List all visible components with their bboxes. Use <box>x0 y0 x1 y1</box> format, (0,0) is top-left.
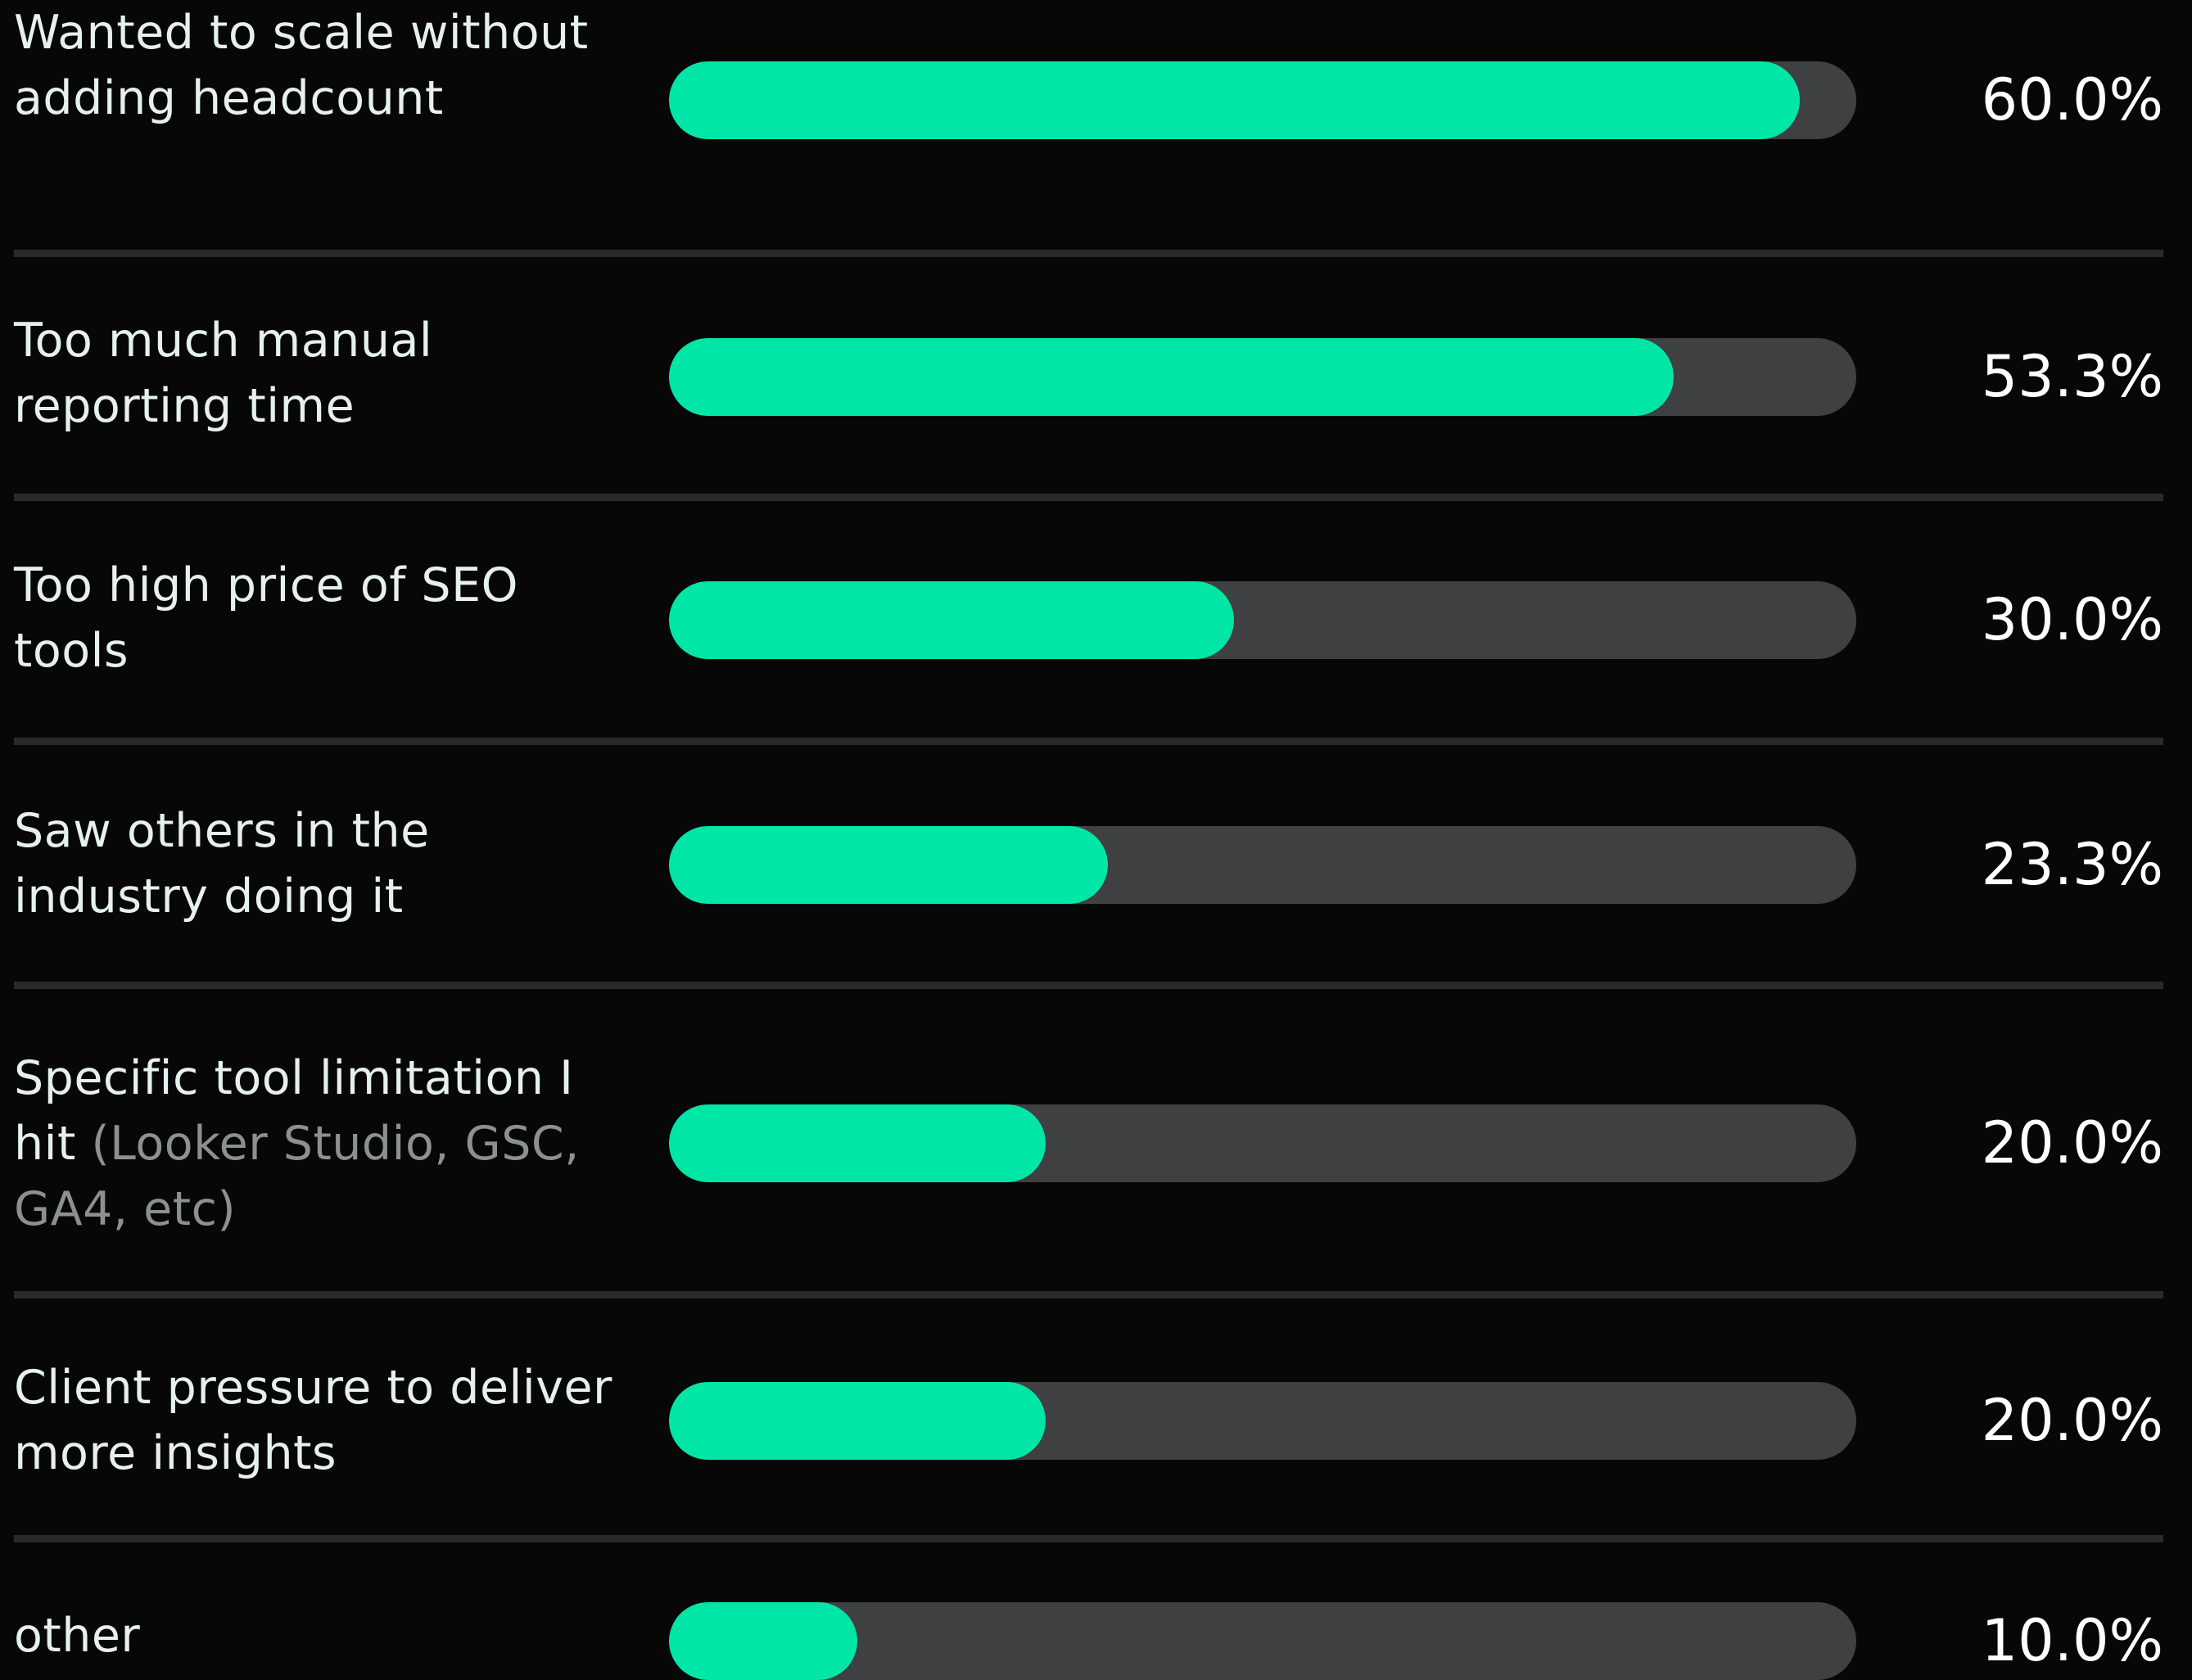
bar-row: other 10.0% <box>14 0 2163 1680</box>
horizontal-bar-chart: Wanted to scale without adding headcount… <box>0 0 2192 1680</box>
category-label-main: other <box>14 1609 141 1663</box>
bar-track <box>669 1602 1856 1680</box>
value-label: 10.0% <box>1981 1607 2163 1674</box>
bar-fill <box>669 1602 857 1680</box>
category-label: other <box>14 1603 636 1669</box>
